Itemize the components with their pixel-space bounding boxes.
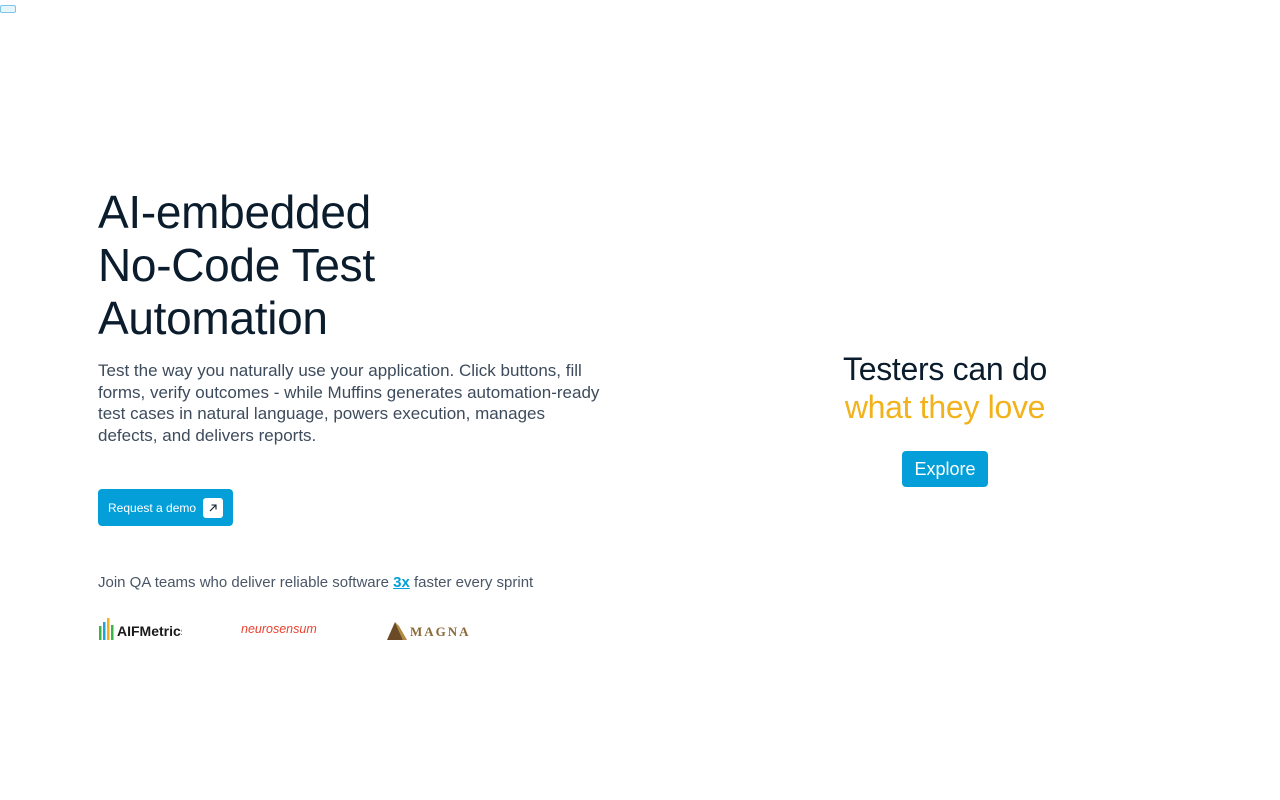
headline-line-2: No-Code Test <box>98 239 375 291</box>
page-title: AI-embedded No-Code Test Automation <box>98 186 618 345</box>
aifmetrics-logo-text: AIFMetrics <box>117 623 182 639</box>
corner-toggle-button[interactable] <box>0 5 16 13</box>
magna-logo: MAGNA <box>387 622 469 640</box>
neurosensum-logo: neurosensum <box>241 622 317 636</box>
tagline-line-2: what they love <box>844 389 1046 425</box>
hero-section: AI-embedded No-Code Test Automation Test… <box>98 186 618 446</box>
headline-line-3: Automation <box>98 292 328 344</box>
hero-description: Test the way you naturally use your appl… <box>98 361 600 445</box>
tagline-line-1: Testers can do <box>843 351 1047 387</box>
magna-logo-text: MAGNA <box>410 624 469 639</box>
request-demo-label: Request a demo <box>108 500 197 515</box>
social-proof-suffix: faster every sprint <box>409 574 534 591</box>
neurosensum-logo-text: neurosensum <box>241 622 317 636</box>
explore-button[interactable]: Explore <box>902 451 988 487</box>
promo-panel: Testers can do what they love Explore <box>800 350 1090 487</box>
social-proof-text: Join QA teams who deliver reliable softw… <box>98 574 533 591</box>
social-proof-prefix: Join QA teams who deliver reliable softw… <box>98 574 394 591</box>
request-demo-button[interactable]: Request a demo <box>98 489 234 526</box>
headline-line-1: AI-embedded <box>98 186 371 238</box>
speed-multiplier-link[interactable]: 3x <box>393 574 410 591</box>
arrow-up-right-icon <box>203 497 224 518</box>
aifmetrics-logo: AIFMetrics <box>99 618 182 640</box>
